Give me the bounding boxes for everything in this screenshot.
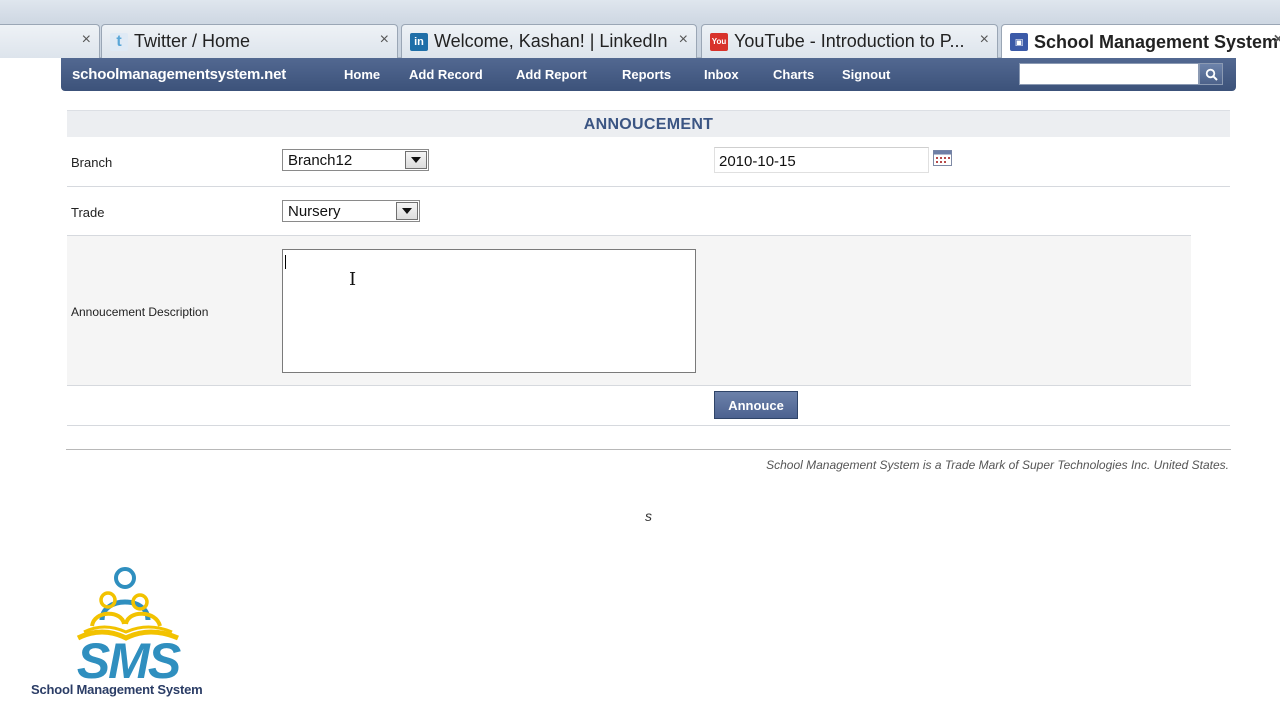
search-icon [1205, 68, 1218, 81]
branch-label: Branch [71, 155, 113, 170]
dropdown-arrow-icon[interactable] [405, 151, 427, 169]
close-icon[interactable]: × [1274, 31, 1280, 49]
form-title: ANNOUCEMENT [67, 110, 1230, 137]
tab-label: Welcome, Kashan! | LinkedIn [434, 31, 668, 51]
logo-subtitle: School Management System [31, 682, 203, 697]
stray-text: s [645, 508, 652, 524]
youtube-icon: You [710, 32, 728, 51]
close-icon[interactable]: × [380, 31, 389, 49]
sms-favicon-icon: ▣ [1010, 33, 1028, 51]
linkedin-icon: in [410, 32, 428, 51]
site-navbar: schoolmanagementsystem.net Home Add Reco… [61, 58, 1236, 91]
nav-reports[interactable]: Reports [622, 67, 671, 82]
nav-home[interactable]: Home [344, 67, 380, 82]
branch-select-value: Branch12 [288, 152, 353, 169]
nav-signout[interactable]: Signout [842, 67, 890, 82]
browser-tab-youtube[interactable]: You YouTube - Introduction to P... × [701, 24, 998, 58]
row-divider [67, 385, 1191, 386]
nav-inbox[interactable]: Inbox [704, 67, 739, 82]
dropdown-arrow-icon[interactable] [396, 202, 418, 220]
date-input[interactable]: 2010-10-15 [714, 147, 929, 173]
tab-label: School Management System [1034, 31, 1279, 52]
browser-tab-0[interactable]: × [0, 24, 100, 58]
trade-select-value: Nursery [288, 203, 341, 220]
text-cursor-icon: I [349, 269, 357, 290]
sms-logo: SMS [77, 567, 183, 689]
calendar-icon[interactable] [933, 150, 952, 166]
nav-add-record[interactable]: Add Record [409, 67, 483, 82]
description-label: Annoucement Description [71, 305, 209, 319]
footer-trademark: School Management System is a Trade Mark… [766, 458, 1229, 472]
announce-button[interactable]: Annouce [714, 391, 798, 419]
nav-charts[interactable]: Charts [773, 67, 814, 82]
twitter-icon: t [110, 32, 128, 51]
close-icon[interactable]: × [679, 31, 688, 49]
tab-label: Twitter / Home [134, 31, 251, 51]
browser-tab-twitter[interactable]: t Twitter / Home × [101, 24, 398, 58]
branch-select[interactable]: Branch12 [282, 149, 429, 171]
close-icon[interactable]: × [980, 31, 989, 49]
browser-tab-school-management[interactable]: ▣ School Management System × [1001, 24, 1280, 59]
trade-label: Trade [71, 205, 105, 220]
close-icon[interactable]: × [82, 31, 91, 49]
browser-tab-strip: × t Twitter / Home × in Welcome, Kashan!… [0, 0, 1280, 59]
search-button[interactable] [1199, 63, 1223, 85]
tab-label: YouTube - Introduction to P... [734, 31, 965, 51]
site-brand[interactable]: schoolmanagementsystem.net [72, 66, 286, 83]
row-divider [67, 425, 1230, 426]
trade-select[interactable]: Nursery [282, 200, 420, 222]
search-input[interactable] [1019, 63, 1199, 85]
row-divider [67, 186, 1230, 187]
nav-add-report[interactable]: Add Report [516, 67, 587, 82]
description-textarea[interactable]: I [282, 249, 696, 373]
logo-wordmark: SMS [77, 633, 181, 689]
browser-tab-linkedin[interactable]: in Welcome, Kashan! | LinkedIn × [401, 24, 697, 58]
text-caret [285, 255, 286, 269]
footer-divider [66, 449, 1231, 450]
